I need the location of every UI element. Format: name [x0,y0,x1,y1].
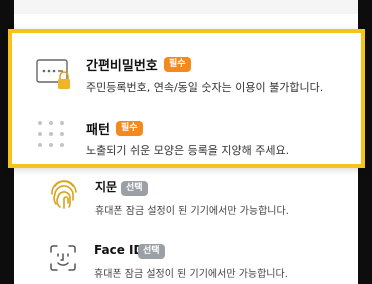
face-id-icon [49,244,77,276]
option-description: 주민등록번호, 연속/동일 숫자는 이용이 불가합니다. [86,81,324,94]
option-title: 패턴 [86,123,110,138]
optional-badge: 선택 [121,181,148,196]
required-badge: 필수 [164,57,191,72]
option-title: 지문 [95,180,118,194]
option-description: 휴대폰 잠금 설정이 된 기기에서만 가능합니다. [95,206,289,217]
option-description: 노출되기 쉬운 모양은 등록을 지양해 주세요. [86,144,290,157]
required-badge: 필수 [116,121,143,136]
password-card-lock-icon [36,57,74,95]
device-frame-top [14,0,358,14]
fingerprint-icon [49,178,79,214]
option-title: Face ID [94,243,144,257]
pattern-dots-icon [38,121,64,147]
option-title: 간편비밀번호 [86,59,158,74]
optional-badge: 선택 [138,244,165,259]
option-description: 휴대폰 잠금 설정이 된 기기에서만 가능합니다. [94,269,288,280]
